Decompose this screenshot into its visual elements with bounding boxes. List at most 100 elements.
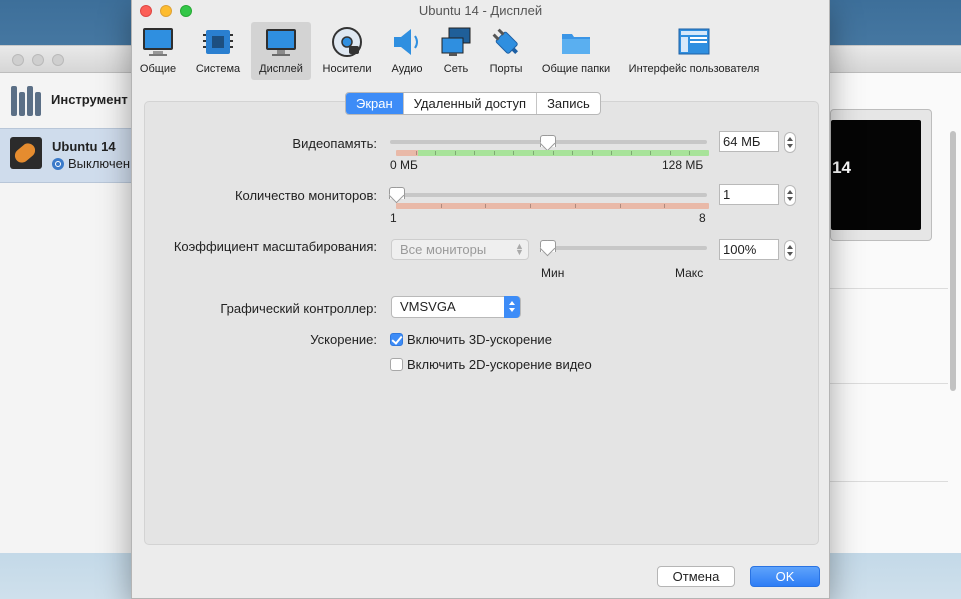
machine-list-pane: Инструмент Ubuntu 14 Выключен xyxy=(0,73,136,553)
vm-state-label: Выключен xyxy=(68,156,131,171)
scale-factor-min-label: Мин xyxy=(541,266,565,280)
tools-item[interactable]: Инструмент xyxy=(0,73,135,125)
ports-plug-icon xyxy=(490,26,522,58)
vm-list-item[interactable]: Ubuntu 14 Выключен xyxy=(0,128,135,183)
manager-minimize-icon[interactable] xyxy=(32,54,44,66)
toolbar-label: Общие xyxy=(139,63,177,75)
chevron-updown-icon xyxy=(504,296,520,318)
acceleration-label: Ускорение: xyxy=(310,332,377,347)
scale-tick xyxy=(669,151,671,155)
dialog-title: Ubuntu 14 - Дисплей xyxy=(418,3,543,18)
vm-preview: u 14 xyxy=(817,109,932,241)
toolbar-item-ports[interactable]: Порты xyxy=(484,22,528,80)
preview-pane: u 14 xyxy=(817,73,961,553)
display-settings-panel xyxy=(144,101,819,545)
enable-3d-label[interactable]: Включить 3D-ускорение xyxy=(407,332,552,347)
monitor-count-scale xyxy=(396,203,709,209)
details-divider xyxy=(830,481,948,482)
toolbar-item-user-interface[interactable]: Интерфейс пользователя xyxy=(627,22,761,80)
cancel-button[interactable]: Отмена xyxy=(657,566,735,587)
tab-screen[interactable]: Экран xyxy=(346,93,403,114)
enable-2d-label[interactable]: Включить 2D-ускорение видео xyxy=(407,357,592,372)
scale-tick xyxy=(530,204,532,208)
display-settings-dialog: Ubuntu 14 - Дисплей Общие Система Диспле… xyxy=(131,0,830,599)
details-divider xyxy=(830,383,948,384)
scale-tick xyxy=(454,151,456,155)
video-memory-max-label: 128 МБ xyxy=(662,158,704,172)
display-monitor-icon xyxy=(265,26,297,58)
enable-3d-checkbox[interactable] xyxy=(390,333,403,346)
toolbar-label: Сеть xyxy=(443,63,469,75)
toolbar-item-system[interactable]: Система xyxy=(192,22,244,80)
video-memory-scale xyxy=(396,150,709,156)
scale-tick xyxy=(619,204,621,208)
toolbar-label: Дисплей xyxy=(259,63,303,75)
toolbar-item-display[interactable]: Дисплей xyxy=(251,22,311,80)
manager-window-controls xyxy=(12,54,64,66)
toolbar-label: Аудио xyxy=(391,63,423,75)
scale-factor-field[interactable]: 100% xyxy=(719,239,779,260)
scale-factor-slider-knob[interactable] xyxy=(540,240,556,258)
details-scrollbar[interactable] xyxy=(950,131,956,391)
graphics-controller-label: Графический контроллер: xyxy=(220,301,377,316)
system-chip-icon xyxy=(202,26,234,58)
monitor-count-stepper[interactable] xyxy=(784,185,796,206)
power-off-icon xyxy=(52,157,64,170)
audio-speaker-icon xyxy=(391,26,423,58)
monitor-count-max-label: 8 xyxy=(699,211,706,225)
manager-close-icon[interactable] xyxy=(12,54,24,66)
scale-tick xyxy=(664,204,666,208)
vm-name: Ubuntu 14 xyxy=(52,139,116,154)
scale-tick xyxy=(513,151,515,155)
scale-tick xyxy=(611,151,613,155)
toolbar-item-shared-folders[interactable]: Общие папки xyxy=(536,22,616,80)
scale-factor-slider-track[interactable] xyxy=(541,246,707,250)
scale-tick xyxy=(572,151,574,155)
monitor-count-slider-track[interactable] xyxy=(390,193,707,197)
ok-button[interactable]: OK xyxy=(750,566,820,587)
scale-tick xyxy=(650,151,652,155)
monitor-count-min-label: 1 xyxy=(390,211,397,225)
scale-tick xyxy=(689,151,691,155)
settings-toolbar: Общие Система Дисплей Носители Аудио Сет… xyxy=(132,22,829,80)
monitor-count-field[interactable]: 1 xyxy=(719,184,779,205)
monitor-count-label: Количество мониторов: xyxy=(234,188,377,203)
scale-tick xyxy=(630,151,632,155)
user-interface-icon xyxy=(678,26,710,58)
enable-2d-checkbox[interactable] xyxy=(390,358,403,371)
graphics-controller-select[interactable]: VMSVGA xyxy=(391,296,521,318)
tools-label: Инструмент xyxy=(51,91,128,107)
scale-tick xyxy=(574,204,576,208)
toolbar-item-audio[interactable]: Аудио xyxy=(385,22,429,80)
shared-folder-icon xyxy=(560,26,592,58)
toolbar-label: Порты xyxy=(489,63,523,75)
video-memory-stepper[interactable] xyxy=(784,132,796,153)
details-divider xyxy=(830,288,948,289)
tab-remote-display[interactable]: Удаленный доступ xyxy=(402,93,536,114)
scale-tick xyxy=(552,151,554,155)
tools-icon xyxy=(11,82,41,116)
scale-factor-max-label: Макс xyxy=(675,266,704,280)
scale-monitor-combobox-value: Все мониторы xyxy=(400,242,487,257)
ubuntu-vm-icon xyxy=(10,137,42,169)
toolbar-label: Система xyxy=(195,63,241,75)
toolbar-item-network[interactable]: Сеть xyxy=(436,22,476,80)
scale-tick xyxy=(474,151,476,155)
tab-recording[interactable]: Запись xyxy=(536,93,600,114)
chevron-updown-icon: ▲ ▼ xyxy=(515,241,524,257)
scale-factor-label: Коэффициент масштабирования: xyxy=(173,239,377,254)
manager-zoom-icon[interactable] xyxy=(52,54,64,66)
scale-monitor-combobox: Все мониторы ▲ ▼ xyxy=(391,239,529,260)
general-monitor-icon xyxy=(142,26,174,58)
scale-tick xyxy=(485,204,487,208)
scale-tick xyxy=(440,204,442,208)
toolbar-label: Носители xyxy=(322,63,372,75)
video-memory-field[interactable]: 64 МБ xyxy=(719,131,779,152)
storage-disk-icon xyxy=(331,26,363,58)
scale-tick xyxy=(435,151,437,155)
toolbar-item-general[interactable]: Общие xyxy=(136,22,180,80)
toolbar-item-storage[interactable]: Носители xyxy=(318,22,376,80)
scale-tick xyxy=(532,151,534,155)
scale-tick xyxy=(415,151,417,155)
scale-factor-stepper[interactable] xyxy=(784,240,796,261)
